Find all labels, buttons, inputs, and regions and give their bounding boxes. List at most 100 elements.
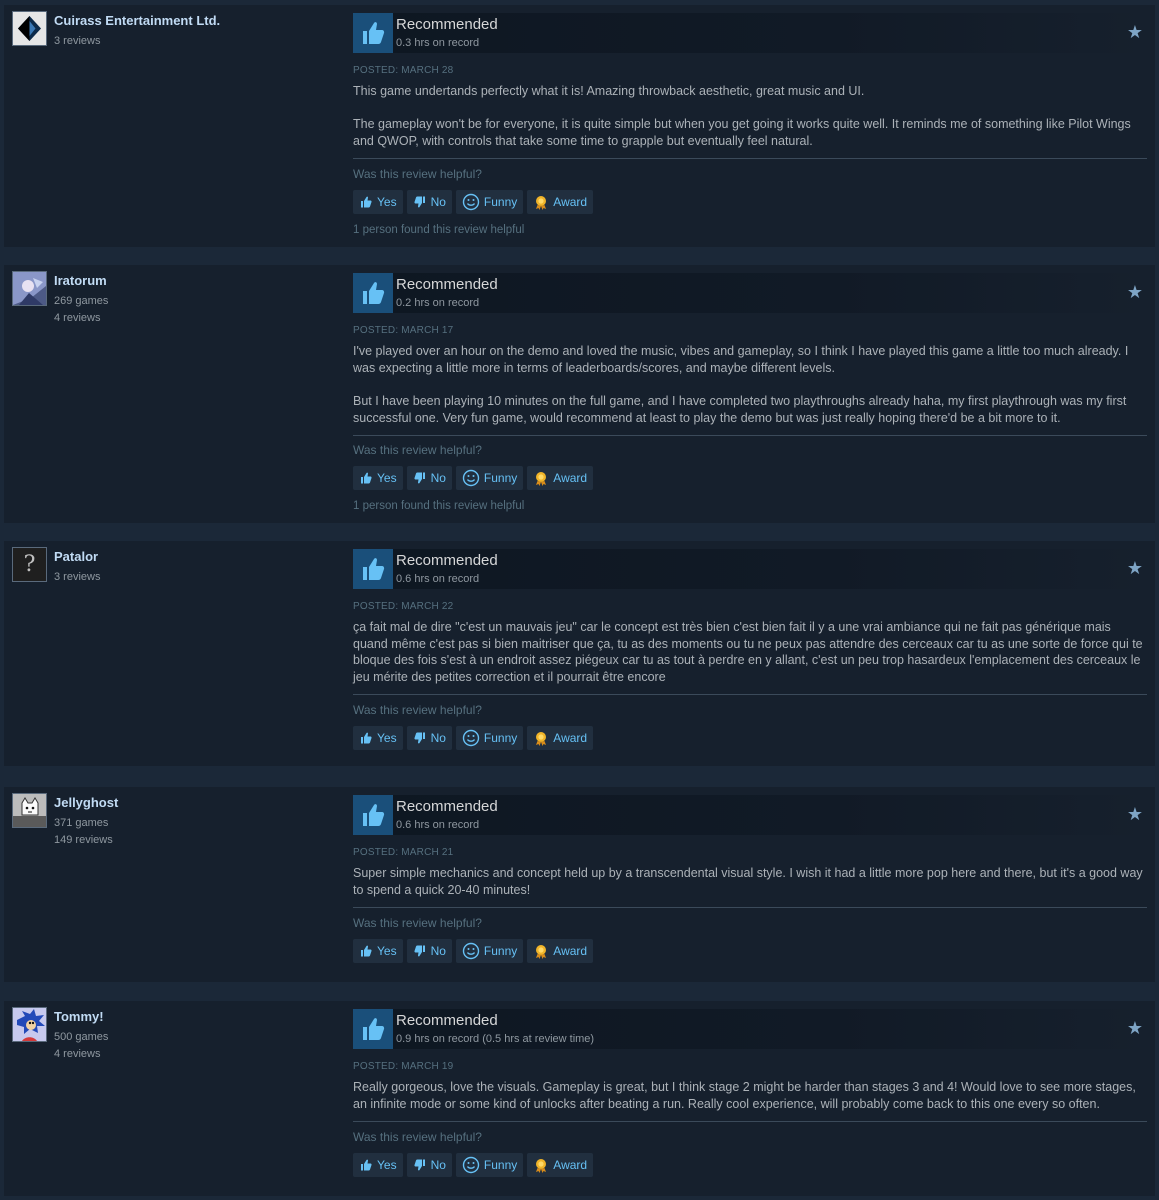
- award-icon: [533, 943, 549, 959]
- star-icon[interactable]: ★: [1127, 283, 1143, 301]
- thumbs-up-icon: [359, 944, 373, 958]
- funny-button[interactable]: Funny: [455, 939, 524, 963]
- yes-button[interactable]: Yes: [353, 190, 403, 214]
- review-header[interactable]: Recommended 0.6 hrs on record ★: [353, 795, 1147, 835]
- hours-on-record: 0.6 hrs on record: [396, 573, 480, 585]
- award-icon: [533, 470, 549, 486]
- review-header[interactable]: Recommended 0.3 hrs on record ★: [353, 13, 1147, 53]
- award-button-label: Award: [553, 195, 588, 209]
- funny-button-label: Funny: [483, 1158, 518, 1172]
- avatar-glyph: ?: [23, 552, 36, 577]
- star-icon[interactable]: ★: [1127, 559, 1143, 577]
- author-stat[interactable]: 149 reviews: [54, 834, 113, 846]
- posted-date: Posted: March 28: [353, 65, 453, 76]
- funny-button[interactable]: Funny: [455, 726, 524, 750]
- no-button[interactable]: No: [406, 466, 452, 490]
- posted-prefix: Posted:: [353, 847, 402, 858]
- author-stat[interactable]: 269 games: [54, 295, 108, 307]
- hours-on-record: 0.3 hrs on record: [396, 37, 480, 49]
- review-header[interactable]: Recommended 0.2 hrs on record ★: [353, 273, 1147, 313]
- award-button[interactable]: Award: [527, 1153, 594, 1177]
- review-paragraph: Super simple mechanics and concept held …: [353, 866, 1143, 897]
- no-button[interactable]: No: [406, 1153, 452, 1177]
- author-stat[interactable]: 4 reviews: [54, 1048, 100, 1060]
- smiley-icon: [462, 193, 480, 211]
- thumbs-down-icon: [413, 471, 427, 485]
- author-stat[interactable]: 4 reviews: [54, 312, 100, 324]
- thumbs-up-icon: [353, 13, 393, 53]
- funny-button[interactable]: Funny: [455, 1153, 524, 1177]
- found-helpful-count: 1 person found this review helpful: [353, 500, 525, 512]
- smiley-icon: [462, 469, 480, 487]
- no-button[interactable]: No: [406, 726, 452, 750]
- star-icon[interactable]: ★: [1127, 1019, 1143, 1037]
- author-stat[interactable]: 500 games: [54, 1031, 108, 1043]
- no-button-label: No: [430, 731, 446, 745]
- helpful-question: Was this review helpful?: [353, 1130, 482, 1144]
- no-button[interactable]: No: [406, 190, 452, 214]
- posted-date-value: March 21: [401, 847, 454, 858]
- thumbs-down-icon: [413, 1158, 427, 1172]
- recommended-label: Recommended: [396, 276, 498, 293]
- yes-button-label: Yes: [377, 471, 397, 485]
- review-text: Really gorgeous, love the visuals. Gamep…: [353, 1079, 1148, 1112]
- anime-avatar-icon[interactable]: [12, 271, 47, 306]
- award-icon: [533, 194, 549, 210]
- diamond-logo-icon[interactable]: [12, 11, 47, 46]
- author-name[interactable]: Patalor: [54, 549, 98, 564]
- posted-date: Posted: March 22: [353, 601, 453, 612]
- vote-buttons: Yes No Funny Award: [353, 190, 594, 214]
- thumbs-down-icon: [413, 195, 427, 209]
- author-name[interactable]: Jellyghost: [54, 795, 118, 810]
- hours-on-record: 0.2 hrs on record: [396, 297, 480, 309]
- funny-button[interactable]: Funny: [455, 466, 524, 490]
- review-paragraph: ça fait mal de dire "c'est un mauvais je…: [353, 620, 1143, 685]
- posted-prefix: Posted:: [353, 325, 402, 336]
- no-button-label: No: [430, 1158, 446, 1172]
- helpful-question: Was this review helpful?: [353, 443, 482, 457]
- thumbs-down-icon: [413, 731, 427, 745]
- hedgehog-avatar-icon[interactable]: [12, 1007, 47, 1042]
- funny-button[interactable]: Funny: [455, 190, 524, 214]
- thumbs-up-icon: [359, 1158, 373, 1172]
- award-button[interactable]: Award: [527, 190, 594, 214]
- ghost-avatar-icon[interactable]: [12, 793, 47, 828]
- review-header[interactable]: Recommended 0.6 hrs on record ★: [353, 549, 1147, 589]
- yes-button[interactable]: Yes: [353, 939, 403, 963]
- author-name[interactable]: Cuirass Entertainment Ltd.: [54, 13, 220, 28]
- award-button[interactable]: Award: [527, 939, 594, 963]
- yes-button[interactable]: Yes: [353, 1153, 403, 1177]
- yes-button[interactable]: Yes: [353, 466, 403, 490]
- award-button[interactable]: Award: [527, 466, 594, 490]
- star-icon[interactable]: ★: [1127, 805, 1143, 823]
- hours-on-record: 0.9 hrs on record (0.5 hrs at review tim…: [396, 1033, 595, 1045]
- review-paragraph: I've played over an hour on the demo and…: [353, 344, 1129, 375]
- yes-button[interactable]: Yes: [353, 726, 403, 750]
- no-button-label: No: [430, 944, 446, 958]
- divider: [353, 435, 1147, 436]
- smiley-icon: [462, 729, 480, 747]
- award-button-label: Award: [553, 944, 588, 958]
- found-helpful-count: 1 person found this review helpful: [353, 224, 525, 236]
- award-button-label: Award: [553, 1158, 588, 1172]
- posted-date-value: March 22: [401, 601, 454, 612]
- star-icon[interactable]: ★: [1127, 23, 1143, 41]
- posted-prefix: Posted:: [353, 65, 402, 76]
- author-name[interactable]: Iratorum: [54, 273, 107, 288]
- author-stat[interactable]: 3 reviews: [54, 35, 100, 47]
- author-stat[interactable]: 3 reviews: [54, 571, 100, 583]
- review-card: ? Patalor 3 reviews Recommended 0.6 hrs on r…: [4, 541, 1155, 766]
- posted-date: Posted: March 19: [353, 1061, 453, 1072]
- thumbs-up-icon: [353, 549, 393, 589]
- recommended-label: Recommended: [396, 552, 498, 569]
- author-name[interactable]: Tommy!: [54, 1009, 104, 1024]
- thumbs-up-icon: [359, 731, 373, 745]
- no-button[interactable]: No: [406, 939, 452, 963]
- vote-buttons: Yes No Funny Award: [353, 726, 594, 750]
- divider: [353, 158, 1147, 159]
- award-button-label: Award: [553, 471, 588, 485]
- question-mark-avatar-icon[interactable]: ?: [12, 547, 47, 582]
- author-stat[interactable]: 371 games: [54, 817, 108, 829]
- review-header[interactable]: Recommended 0.9 hrs on record (0.5 hrs at…: [353, 1009, 1147, 1049]
- award-button[interactable]: Award: [527, 726, 594, 750]
